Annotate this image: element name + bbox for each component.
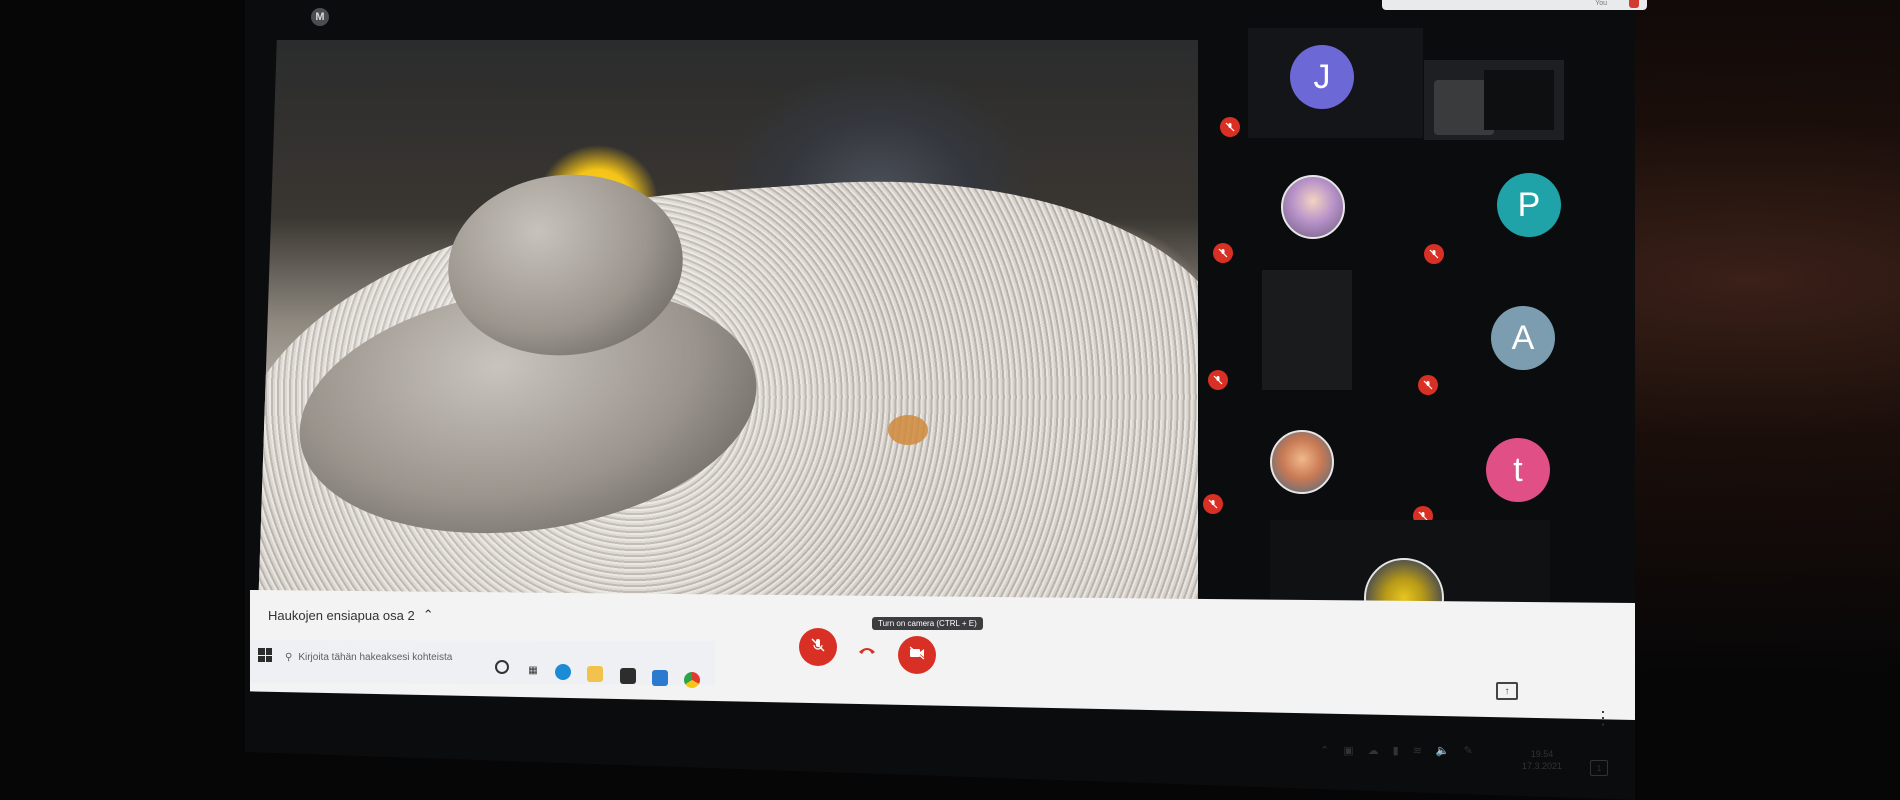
present-button[interactable]: ↑ xyxy=(1496,682,1518,700)
meet-now-icon[interactable]: ▣ xyxy=(1343,744,1353,757)
speck xyxy=(888,415,928,445)
clock-time: 19.54 xyxy=(1530,749,1554,759)
battery-icon[interactable]: ▮ xyxy=(1393,744,1399,757)
mic-off-icon xyxy=(1418,375,1438,395)
cortana-icon[interactable] xyxy=(495,660,509,674)
cloud-icon[interactable]: ☁ xyxy=(1368,744,1379,757)
shared-screen xyxy=(258,40,1198,630)
mic-off-icon xyxy=(1208,370,1228,390)
participant-tile[interactable] xyxy=(1262,270,1352,390)
mic-off-icon xyxy=(1424,244,1444,264)
meeting-details[interactable]: Haukojen ensiapua osa 2 ⌃ xyxy=(268,607,434,623)
mail-icon[interactable] xyxy=(652,670,668,686)
mic-off-icon xyxy=(1213,243,1233,263)
folder-icon[interactable] xyxy=(587,666,603,682)
search-icon: ⚲ xyxy=(285,652,293,663)
system-tray: ⌃ ▣ ☁ ▮ ≋ 🔈 ✎ xyxy=(1320,735,1473,765)
present-icon: ↑ xyxy=(1504,685,1510,697)
camera-toggle-button[interactable] xyxy=(898,636,936,674)
camera-tooltip: Turn on camera (CTRL + E) xyxy=(872,617,983,630)
mic-off-icon xyxy=(1203,494,1223,514)
participant-avatar[interactable]: A xyxy=(1491,306,1555,370)
edge-icon[interactable] xyxy=(555,664,571,680)
chevron-up-icon[interactable]: ⌃ xyxy=(1320,744,1329,757)
participant-avatar[interactable]: t xyxy=(1486,438,1550,502)
participant-avatar[interactable]: P xyxy=(1497,173,1561,237)
leave-call-button[interactable] xyxy=(848,632,886,670)
taskbar-search[interactable]: ⚲ Kirjoita tähän hakeaksesi kohteista xyxy=(285,652,452,663)
hang-up-icon xyxy=(858,642,876,660)
volume-icon[interactable]: 🔈 xyxy=(1436,744,1450,757)
mic-off-icon xyxy=(1220,117,1240,137)
store-icon[interactable] xyxy=(620,668,636,684)
account-avatar[interactable]: M xyxy=(311,8,329,26)
camera-off-icon xyxy=(909,645,925,665)
search-placeholder: Kirjoita tähän hakeaksesi kohteista xyxy=(298,652,453,663)
wifi-icon[interactable]: ≋ xyxy=(1413,744,1422,757)
chevron-up-icon: ⌃ xyxy=(422,607,434,622)
notification-count: 1 xyxy=(1596,763,1602,773)
mic-off-icon xyxy=(810,637,826,658)
chrome-icon[interactable] xyxy=(684,672,700,688)
participant-photo[interactable] xyxy=(1270,430,1334,494)
pen-icon[interactable]: ✎ xyxy=(1464,744,1473,757)
mic-toggle-button[interactable] xyxy=(799,628,837,666)
participant-photo[interactable] xyxy=(1281,175,1345,239)
notification-button[interactable]: 1 xyxy=(1590,760,1608,776)
self-view-chip[interactable]: You xyxy=(1382,0,1647,10)
clock-date: 17.3.2021 xyxy=(1522,761,1563,771)
meeting-title: Haukojen ensiapua osa 2 xyxy=(268,607,415,623)
participant-video[interactable] xyxy=(1424,60,1564,140)
self-view-label: You xyxy=(1595,0,1607,7)
task-view-icon[interactable]: ▦ xyxy=(525,662,541,678)
more-icon: ⋮ xyxy=(1594,708,1612,728)
close-icon[interactable] xyxy=(1629,0,1639,8)
video-shadow xyxy=(1484,70,1554,130)
taskbar-clock[interactable]: 19.54 17.3.2021 xyxy=(1522,748,1562,772)
more-options-button[interactable]: ⋮ xyxy=(1594,708,1612,729)
windows-icon[interactable] xyxy=(258,648,272,662)
participant-avatar[interactable]: J xyxy=(1290,45,1354,109)
